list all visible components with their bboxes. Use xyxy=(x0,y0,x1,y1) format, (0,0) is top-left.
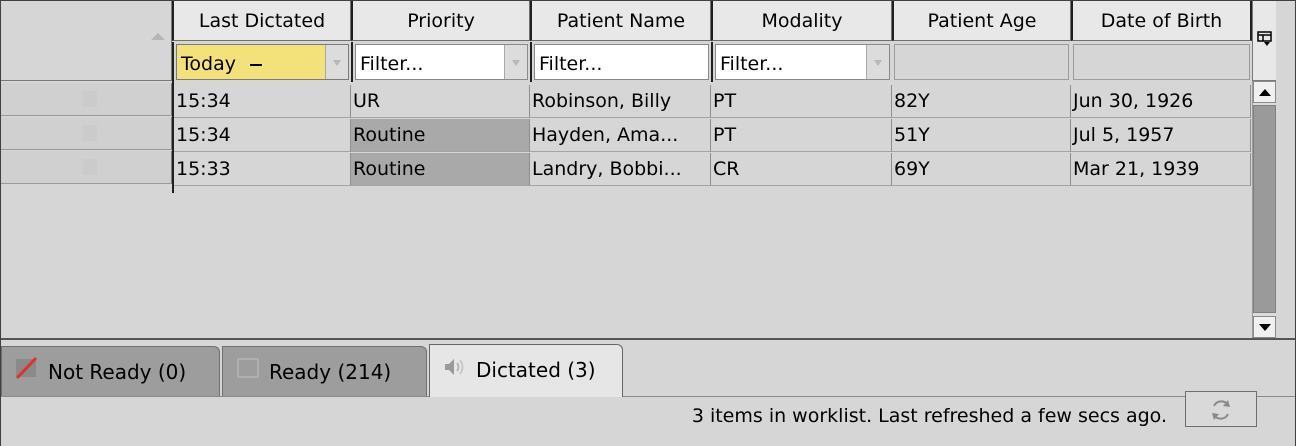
filter-patient-age-box xyxy=(894,44,1069,80)
tab-dictated-label: Dictated (3) xyxy=(476,358,596,382)
column-chooser-icon xyxy=(1257,31,1272,46)
panel-divider xyxy=(1,338,1295,340)
filter-last-dictated-value: Today xyxy=(181,45,262,83)
filter-date-of-birth-box xyxy=(1073,44,1250,80)
filter-patient-age[interactable] xyxy=(892,42,1071,82)
vertical-scrollbar[interactable] xyxy=(1252,81,1276,338)
col-header-priority[interactable]: Priority xyxy=(351,1,530,41)
col-header-patient-name[interactable]: Patient Name xyxy=(530,1,711,41)
cell-priority: UR xyxy=(351,85,530,118)
dropdown-arrow-icon[interactable] xyxy=(866,45,889,79)
cell-patient-name: Hayden, Ama... xyxy=(530,119,711,152)
filter-priority[interactable]: Filter... xyxy=(351,42,530,82)
tab-not-ready[interactable]: Not Ready (0) xyxy=(1,346,220,396)
speaker-icon xyxy=(442,347,468,397)
filter-modality[interactable]: Filter... xyxy=(711,42,892,82)
row-header[interactable] xyxy=(1,117,172,150)
col-header-last-dictated[interactable]: Last Dictated xyxy=(172,1,351,41)
row-marker xyxy=(83,91,97,107)
col-header-patient-age[interactable]: Patient Age xyxy=(892,1,1071,41)
cell-date-of-birth: Jul 5, 1957 xyxy=(1071,119,1251,152)
cell-patient-age: 51Y xyxy=(892,119,1071,152)
cell-modality: CR xyxy=(711,153,892,186)
cell-patient-age: 69Y xyxy=(892,153,1071,186)
cell-patient-name: Robinson, Billy xyxy=(530,85,711,118)
tab-ready-label: Ready (214) xyxy=(269,360,392,384)
cell-patient-name: Landry, Bobbi... xyxy=(530,153,711,186)
refresh-icon xyxy=(1212,400,1230,420)
cell-modality: PT xyxy=(711,85,892,118)
grid-corner[interactable] xyxy=(1,1,172,81)
filter-patient-name-placeholder: Filter... xyxy=(539,53,603,75)
scroll-up-arrow-icon[interactable] xyxy=(1253,81,1276,103)
col-header-modality[interactable]: Modality xyxy=(711,1,892,41)
tab-dictated[interactable]: Dictated (3) xyxy=(429,344,623,397)
cell-priority: Routine xyxy=(351,153,530,186)
filter-priority-placeholder: Filter... xyxy=(360,53,424,75)
sort-indicator-icon xyxy=(151,33,165,40)
worklist-tabs: Not Ready (0) Ready (214) Dictated (3) xyxy=(1,344,1295,397)
filter-priority-box: Filter... xyxy=(355,44,528,80)
filter-patient-name[interactable]: Filter... xyxy=(530,42,711,82)
cell-modality: PT xyxy=(711,119,892,152)
filter-modality-box: Filter... xyxy=(715,44,890,80)
cell-date-of-birth: Jun 30, 1926 xyxy=(1071,85,1251,118)
status-message: 3 items in worklist. Last refreshed a fe… xyxy=(691,405,1167,427)
worklist-window: Last Dictated Priority Patient Name Moda… xyxy=(0,0,1296,446)
cell-last-dictated: 15:34 xyxy=(174,85,351,118)
tab-ready[interactable]: Ready (214) xyxy=(222,346,427,396)
column-chooser-button[interactable] xyxy=(1252,1,1276,81)
row-header[interactable] xyxy=(1,151,172,184)
refresh-button[interactable] xyxy=(1185,391,1257,427)
row-marker xyxy=(83,159,97,175)
scroll-thumb[interactable] xyxy=(1253,105,1276,313)
ready-icon xyxy=(235,349,261,399)
filter-box-today: Today xyxy=(176,44,349,80)
not-ready-icon xyxy=(14,349,40,399)
dropdown-arrow-icon[interactable] xyxy=(325,45,348,79)
filter-modality-placeholder: Filter... xyxy=(720,53,784,75)
cell-last-dictated: 15:34 xyxy=(174,119,351,152)
filter-date-of-birth[interactable] xyxy=(1071,42,1252,82)
cell-last-dictated: 15:33 xyxy=(174,153,351,186)
status-bar: 3 items in worklist. Last refreshed a fe… xyxy=(1,391,1295,446)
scroll-down-arrow-icon[interactable] xyxy=(1253,316,1276,338)
cell-date-of-birth: Mar 21, 1939 xyxy=(1071,153,1251,186)
worklist-grid: Last Dictated Priority Patient Name Moda… xyxy=(1,1,1276,338)
tab-not-ready-label: Not Ready (0) xyxy=(48,360,187,384)
cell-patient-age: 82Y xyxy=(892,85,1071,118)
col-header-date-of-birth[interactable]: Date of Birth xyxy=(1071,1,1252,41)
filter-patient-name-box: Filter... xyxy=(534,44,709,80)
row-header[interactable] xyxy=(1,83,172,116)
dropdown-arrow-icon[interactable] xyxy=(504,45,527,79)
row-marker xyxy=(83,125,97,141)
filter-last-dictated[interactable]: Today xyxy=(172,42,351,82)
cell-priority: Routine xyxy=(351,119,530,152)
